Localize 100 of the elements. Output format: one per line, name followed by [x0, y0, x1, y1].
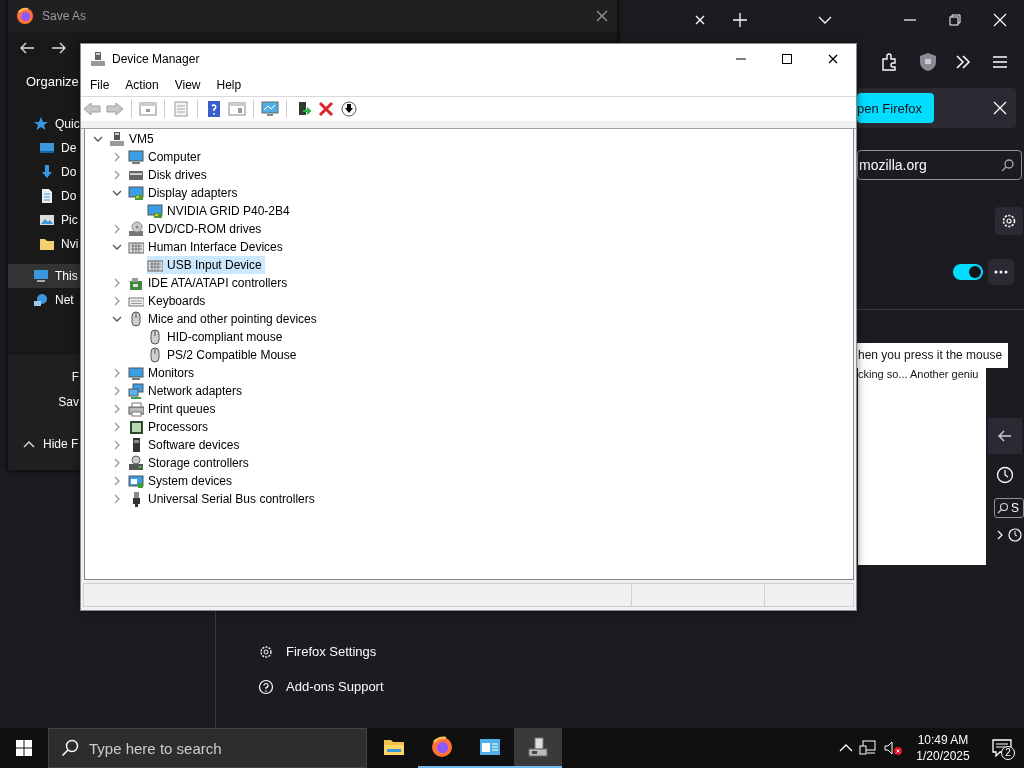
gear-icon — [258, 643, 274, 660]
delete-icon[interactable] — [316, 100, 336, 118]
browser-icon — [16, 7, 34, 25]
menu-item[interactable]: View — [166, 77, 209, 92]
monitor-icon — [128, 149, 144, 165]
input-device-icon — [128, 239, 144, 255]
search-field[interactable]: S — [994, 498, 1024, 518]
clock-icon — [1008, 528, 1022, 542]
tree-item[interactable]: PS/2 Compatible Mouse — [147, 346, 300, 364]
start-icon — [16, 740, 32, 756]
tree-item[interactable]: HID-compliant mouse — [147, 328, 286, 346]
display-adapter-icon — [128, 185, 144, 201]
sidebar-item[interactable]: De — [8, 136, 80, 160]
sidebar-item[interactable]: Pic — [8, 208, 80, 232]
taskbar-app[interactable] — [514, 728, 562, 768]
tree-item[interactable]: Disk drives — [128, 166, 210, 184]
sidebar-item[interactable]: Do — [8, 184, 80, 208]
volume-muted-icon[interactable] — [883, 740, 903, 756]
tree-item[interactable]: USB Input Device — [147, 256, 265, 274]
notification-center-button[interactable]: 2 — [980, 728, 1024, 768]
input-device-icon — [147, 257, 163, 273]
clock-icon[interactable] — [996, 466, 1014, 484]
sidebar-item[interactable]: Nvi — [8, 232, 80, 256]
network-icon[interactable] — [859, 740, 877, 756]
storage-icon — [128, 455, 144, 471]
tree-item[interactable]: Mice and other pointing devices — [128, 310, 320, 328]
computer-icon — [90, 50, 106, 67]
tree-item[interactable]: Network adapters — [128, 382, 246, 400]
tree-item[interactable]: IDE ATA/ATAPI controllers — [128, 274, 291, 292]
chevron-right-icon[interactable] — [996, 529, 1004, 541]
settings-icon — [1001, 213, 1017, 229]
mouse-icon — [147, 329, 163, 345]
hide-folders-button[interactable]: Hide F — [8, 437, 81, 451]
organize-button[interactable]: Organize — [26, 73, 79, 89]
tree-item[interactable]: Human Interface Devices — [128, 238, 286, 256]
sidebar-item[interactable]: Quic — [8, 112, 80, 136]
close-icon[interactable] — [595, 9, 609, 23]
menu-item[interactable]: File — [82, 77, 118, 92]
chevron-up-icon[interactable] — [839, 743, 853, 753]
window-icon[interactable] — [138, 100, 158, 118]
tree-item[interactable]: Processors — [128, 418, 212, 436]
tree-item[interactable]: Software devices — [128, 436, 243, 454]
more-icon — [994, 270, 1008, 274]
toggle-switch[interactable] — [953, 264, 983, 280]
close-icon — [827, 52, 839, 65]
computer-icon — [109, 131, 125, 147]
tree-item[interactable]: Universal Serial Bus controllers — [128, 490, 318, 508]
clock-date[interactable]: 1/20/2025 — [916, 748, 970, 764]
footer-link[interactable]: Firefox Settings — [258, 634, 857, 669]
footer-link[interactable]: Add-ons Support — [258, 669, 857, 704]
tree-item[interactable]: Monitors — [128, 364, 197, 382]
field-label: F — [70, 369, 79, 386]
search-field[interactable]: mozilla.org — [857, 150, 1022, 180]
search-icon — [1001, 158, 1015, 172]
search-icon — [997, 502, 1009, 514]
download-icon[interactable] — [339, 100, 359, 118]
monitor-icon[interactable] — [260, 100, 280, 118]
browser-icon — [431, 736, 453, 758]
folder-icon — [39, 236, 55, 252]
tree-item[interactable]: DVD/CD-ROM drives — [128, 220, 265, 238]
menu-item[interactable]: Help — [208, 77, 250, 92]
folder-icon — [383, 737, 405, 757]
tree-item[interactable]: VM5 — [109, 130, 157, 148]
notification-count: 2 — [1001, 746, 1015, 760]
desktop-icon — [39, 140, 55, 156]
menu-item[interactable]: Action — [117, 77, 167, 92]
network-icon — [128, 383, 144, 399]
monitor-icon — [128, 365, 144, 381]
window-title: Save As — [42, 9, 87, 23]
tree-item[interactable]: Computer — [128, 148, 204, 166]
tree-item[interactable]: Keyboards — [128, 292, 209, 310]
sidebar-item[interactable]: This — [8, 264, 80, 288]
settings-button[interactable] — [995, 207, 1023, 235]
maximize-icon — [781, 52, 793, 65]
disc-drive-icon — [128, 221, 144, 237]
tree-item[interactable]: Print queues — [128, 400, 219, 418]
document-icon — [39, 188, 55, 204]
tree-item[interactable]: Storage controllers — [128, 454, 252, 472]
open-button[interactable]: pen Firefox — [857, 93, 935, 123]
sidebar-item[interactable]: Do — [8, 160, 80, 184]
clock-time[interactable]: 10:49 AM — [917, 732, 969, 748]
back-button[interactable] — [988, 418, 1022, 454]
message-icon — [992, 739, 1012, 757]
window-icon — [479, 737, 501, 757]
tree-item[interactable]: NVIDIA GRID P40-2B4 — [147, 202, 293, 220]
star-icon — [33, 116, 49, 132]
chevron-up-icon — [23, 440, 35, 448]
back-arrow-icon — [997, 428, 1013, 444]
system-icon — [128, 473, 144, 489]
mouse-icon — [128, 311, 144, 327]
more-button[interactable] — [988, 259, 1014, 285]
search-field[interactable]: Type here to search — [48, 728, 367, 768]
mouse-icon — [147, 347, 163, 363]
sidebar-item[interactable]: Net — [8, 288, 80, 312]
download-icon — [39, 164, 55, 180]
window-icon[interactable] — [227, 100, 247, 118]
tree-item[interactable]: Display adapters — [128, 184, 241, 202]
controller-icon — [128, 275, 144, 291]
tree-item[interactable]: System devices — [128, 472, 236, 490]
network-icon — [33, 292, 49, 308]
